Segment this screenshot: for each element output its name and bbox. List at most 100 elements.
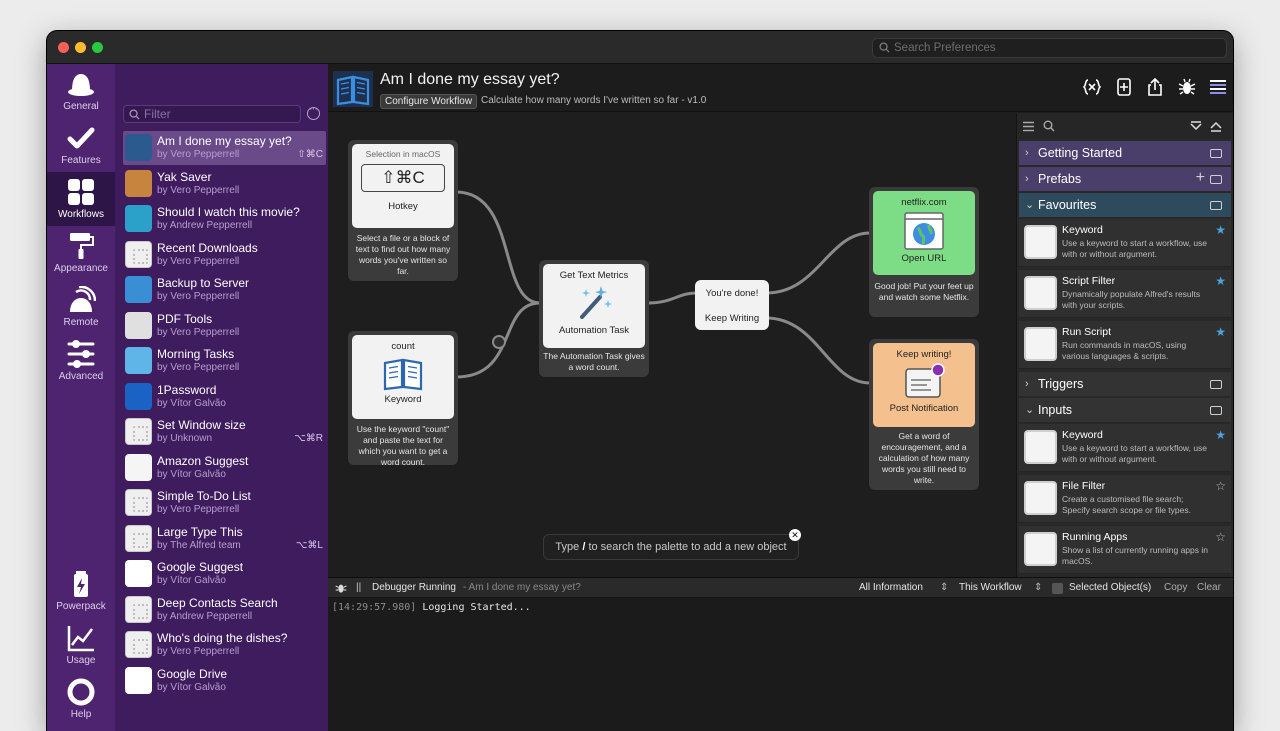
section-favourites[interactable]: ⌄ Favourites [1019,193,1231,217]
automation-task-node[interactable]: Get Text Metrics Automation Task The Aut… [539,260,649,377]
workflow-list-item[interactable]: Am I done my essay yet? by Vero Pepperrel… [123,131,326,165]
star-outline-icon[interactable]: ☆ [1215,479,1226,493]
workflow-author: by Unknown [157,433,213,444]
share-icon[interactable] [1146,77,1164,96]
workflow-icon [125,134,152,161]
workflow-icon [125,631,152,658]
star-filled-icon[interactable]: ★ [1215,223,1226,237]
workflow-list-item[interactable]: Large Type This by The Alfred team ⌥⌘L [123,522,326,556]
workflow-author: by Vítor Galvão [157,397,226,409]
collapse-section-icon[interactable] [1210,380,1222,389]
clear-button[interactable]: Clear [1197,578,1221,598]
nav-help[interactable]: Help [47,672,115,726]
open-book-icon [383,358,423,391]
workflow-list-item[interactable]: Amazon Suggest by Vítor Galvão [123,451,326,485]
dismiss-hint-button[interactable]: ✕ [789,529,801,541]
notification-icon [905,363,945,398]
collapse-section-icon[interactable] [1210,175,1222,184]
hotkey-node[interactable]: Selection in macOS ⇧⌘C Hotkey Select a f… [348,140,458,281]
minimize-window-button[interactable] [75,42,86,53]
star-filled-icon[interactable]: ★ [1215,428,1226,442]
nav-download[interactable] [47,726,115,731]
workflow-icon [125,347,152,374]
workflow-list-item[interactable]: Recent Downloads by Vero Pepperrell [123,238,326,272]
variables-icon[interactable] [1082,78,1102,96]
section-prefabs[interactable]: › Prefabs + [1019,167,1231,191]
workflow-list-item[interactable]: Google Drive by Vítor Galvão [123,664,326,698]
palette-item[interactable]: Run Script Run commands in macOS, using v… [1019,321,1231,369]
workflow-author: by Vítor Galvão [157,575,226,586]
nav-remote[interactable]: Remote [47,280,115,334]
workflow-list-item[interactable]: Should I watch this movie? by Andrew Pepp… [123,202,326,236]
nav-powerpack[interactable]: Powerpack [47,564,115,618]
pause-icon[interactable]: || [356,578,361,598]
selected-objects-checkbox[interactable] [1052,583,1063,594]
configure-workflow-button[interactable]: Configure Workflow [380,94,478,109]
palette-item[interactable]: Keyword Use a keyword to start a workflow… [1019,424,1231,472]
workflow-list-item[interactable]: Who's doing the dishes? by Vero Pepperrel… [123,628,326,662]
palette-item-title: Running Apps [1062,531,1128,543]
palette-toggle-icon[interactable] [1209,78,1227,96]
info-level-select[interactable]: All Information [859,578,923,598]
workflow-author: by Vítor Galvão [157,468,226,480]
task-title: Get Text Metrics [559,270,629,281]
workflow-list-item[interactable]: Morning Tasks by Vero Pepperrell [123,344,326,378]
star-filled-icon[interactable]: ★ [1215,274,1226,288]
workflow-list-item[interactable]: 1Password by Vítor Galvão [123,380,326,414]
section-getting-started[interactable]: › Getting Started [1019,141,1231,165]
collapse-section-icon[interactable] [1210,201,1222,210]
keyword-node[interactable]: count Keyword Use the keyword "count" an… [348,331,458,467]
palette-item[interactable]: Keyword Use a keyword to start a workflow… [1019,219,1231,267]
palette-item[interactable]: File Filter Create a customised file sear… [1019,475,1231,523]
nav-appearance[interactable]: Appearance [47,226,115,280]
filter-input[interactable]: Filter [123,105,301,123]
palette-item[interactable]: Script Filter Dynamically populate Alfred… [1019,270,1231,318]
workflow-list-item[interactable]: Deep Contacts Search by Andrew Pepperrell [123,593,326,627]
workflow-list-item[interactable]: Set Window size by Unknown ⌥⌘R [123,415,326,449]
debug-bug-icon[interactable] [1178,78,1196,96]
add-prefab-icon[interactable]: + [1196,166,1205,190]
add-object-icon[interactable] [1115,78,1133,96]
section-triggers[interactable]: › Triggers [1019,372,1231,396]
lifebuoy-icon [67,678,95,706]
zoom-window-button[interactable] [92,42,103,53]
copy-button[interactable]: Copy [1164,578,1187,598]
bug-icon[interactable] [335,582,347,594]
collapse-section-icon[interactable] [1210,406,1222,415]
scope-select[interactable]: This Workflow [959,578,1022,598]
search-icon[interactable] [1043,120,1055,132]
workflow-list-item[interactable]: Yak Saver by Vero Pepperrell [123,167,326,201]
task-description: The Automation Task gives a word count. [543,351,645,372]
expand-all-icon[interactable] [1210,121,1222,132]
workflow-list-item[interactable]: PDF Tools by Vero Pepperrell [123,309,326,343]
workflow-list-item[interactable]: Google Suggest by Vítor Galvão [123,557,326,591]
section-inputs[interactable]: ⌄ Inputs [1019,398,1231,422]
palette-item-description: Create a customised file search; Specify… [1062,494,1191,515]
palette-toolbar [1017,113,1233,139]
workflow-icon [125,169,152,197]
search-preferences-input[interactable]: Search Preferences [872,38,1227,58]
list-icon[interactable] [1023,121,1034,132]
palette-item[interactable]: Running Apps Show a list of currently run… [1019,526,1231,574]
workflow-icon [125,205,152,232]
conditional-node[interactable]: You're done! Keep Writing [695,280,769,330]
nav-usage[interactable]: Usage [47,618,115,672]
workflow-list-item[interactable]: Simple To-Do List by Vero Pepperrell [123,486,326,520]
open-url-node[interactable]: netflix.com Open URL Good job! Put your … [869,187,979,317]
workflow-name: PDF Tools [157,311,213,326]
close-window-button[interactable] [58,42,69,53]
collapse-section-icon[interactable] [1210,149,1222,158]
nav-advanced[interactable]: Advanced [47,334,115,388]
collapse-all-icon[interactable] [1190,121,1202,132]
palette-search-hint[interactable]: Type / to search the palette to add a ne… [543,534,799,560]
workflow-icon [125,666,152,694]
nav-general[interactable]: General [47,64,115,118]
star-outline-icon[interactable]: ☆ [1215,530,1226,544]
nav-features[interactable]: Features [47,118,115,172]
star-filled-icon[interactable]: ★ [1215,325,1226,339]
nav-workflows[interactable]: Workflows [47,172,115,226]
post-notification-node[interactable]: Keep writing! Post Notification Get a wo… [869,339,979,490]
more-options-button[interactable] [307,103,320,120]
workflow-list-item[interactable]: Backup to Server by Vero Pepperrell [123,273,326,307]
workflow-canvas[interactable]: Selection in macOS ⇧⌘C Hotkey Select a f… [328,113,1016,577]
